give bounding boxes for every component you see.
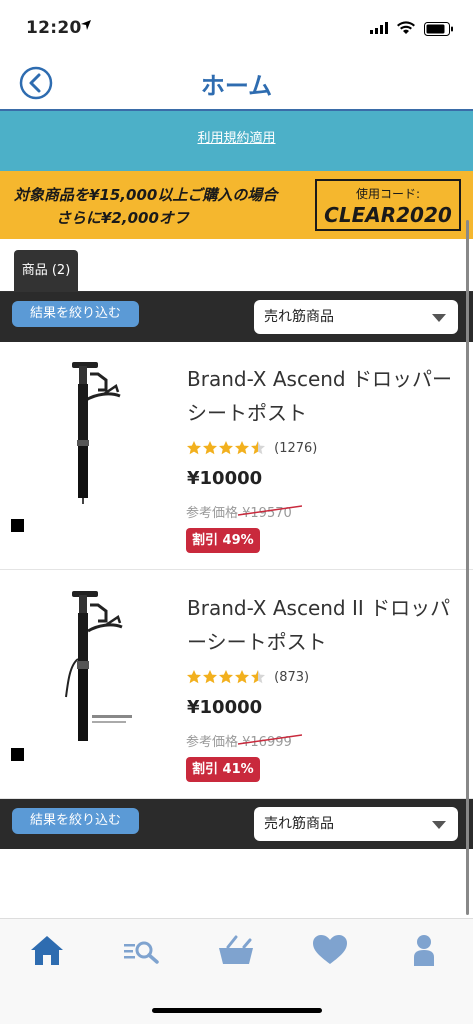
compare-checkbox[interactable] [11, 519, 24, 532]
wifi-icon [397, 21, 415, 34]
location-arrow-icon [81, 20, 91, 30]
discount-badge: 割引 41% [186, 757, 260, 782]
star-rating-icon [187, 670, 265, 684]
promo-code-label: 使用コード: [355, 187, 421, 201]
person-icon[interactable] [404, 933, 444, 967]
compare-checkbox[interactable] [11, 748, 24, 761]
bottom-tab-bar [0, 918, 473, 1024]
sort-select-value: 売れ筋商品 [264, 309, 334, 325]
refine-results-button[interactable]: 結果を絞り込む [12, 301, 139, 327]
sort-select[interactable]: 売れ筋商品 [254, 300, 458, 334]
product-name[interactable]: Brand-X Ascend ドロッパーシートポスト [187, 362, 457, 430]
promo-banner[interactable]: 対象商品を¥15,000以上ご購入の場合 さらに¥2,000オフ 使用コード: … [0, 171, 473, 239]
chevron-down-icon [432, 314, 446, 322]
cellular-signal-icon [370, 22, 388, 34]
nav-bar: ホーム [0, 58, 473, 111]
discount-badge: 割引 49% [186, 528, 260, 553]
home-icon[interactable] [27, 933, 67, 967]
product-rating: (1276) [186, 440, 317, 456]
tab-row: 商品 (2) [0, 239, 473, 292]
page-title: ホーム [200, 72, 273, 100]
terms-banner: 利用規約適用 [0, 111, 473, 171]
chevron-down-icon [432, 821, 446, 829]
filter-bar-top: 結果を絞り込む 売れ筋商品 [0, 292, 473, 342]
promo-code-box: 使用コード: CLEAR2020 [315, 179, 461, 231]
product-price: ¥10000 [187, 468, 263, 489]
strikethrough-line [237, 734, 302, 745]
reference-price: 参考価格 ¥19570 [186, 502, 302, 521]
status-time: 12:20 [26, 18, 82, 38]
scrollbar[interactable] [466, 220, 469, 915]
rating-count: (873) [274, 669, 310, 685]
product-image-seatpost[interactable] [40, 356, 140, 516]
battery-icon [424, 22, 453, 36]
refine-results-button[interactable]: 結果を絞り込む [12, 808, 139, 834]
sort-select-value: 売れ筋商品 [264, 816, 334, 832]
filter-bar-bottom: 結果を絞り込む 売れ筋商品 [0, 799, 473, 849]
heart-icon[interactable] [310, 933, 350, 967]
promo-line-2: さらに¥2,000オフ [56, 209, 189, 227]
rating-count: (1276) [274, 440, 318, 456]
home-indicator [152, 1008, 322, 1013]
product-card[interactable]: Brand-X Ascend II ドロッパーシートポスト (873) ¥100… [0, 571, 473, 799]
promo-line-1: 対象商品を¥15,000以上ご購入の場合 [14, 186, 278, 204]
search-list-icon[interactable] [122, 933, 162, 967]
product-rating: (873) [186, 669, 309, 685]
strikethrough-line [237, 505, 302, 516]
sort-select[interactable]: 売れ筋商品 [254, 807, 458, 841]
tab-products[interactable]: 商品 (2) [14, 250, 78, 291]
product-name[interactable]: Brand-X Ascend II ドロッパーシートポスト [187, 591, 457, 659]
star-rating-icon [187, 441, 265, 455]
terms-link[interactable]: 利用規約適用 [0, 127, 473, 146]
product-price: ¥10000 [187, 697, 263, 718]
basket-icon[interactable] [216, 933, 256, 967]
promo-code: CLEAR2020 [324, 203, 452, 227]
product-image-seatpost[interactable] [40, 585, 140, 745]
reference-price: 参考価格 ¥16999 [186, 731, 302, 750]
product-card[interactable]: Brand-X Ascend ドロッパーシートポスト (1276) ¥10000… [0, 342, 473, 570]
status-bar: 12:20 [0, 0, 473, 58]
